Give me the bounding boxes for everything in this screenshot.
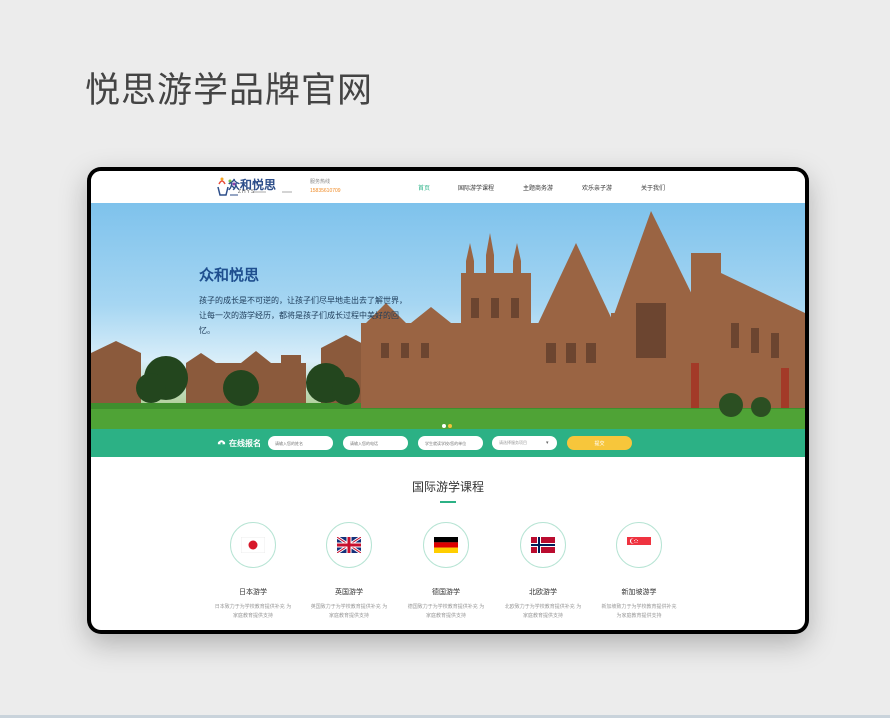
course-name: 新加坡游学 [621, 589, 657, 596]
nav-international-courses[interactable]: 国际游学课程 [458, 183, 494, 192]
nav-about-us[interactable]: 关于我们 [641, 183, 665, 192]
carousel-dots [441, 415, 453, 429]
flag-circle [616, 522, 662, 568]
carousel-dot[interactable] [442, 424, 446, 428]
course-name: 德国游学 [432, 589, 460, 596]
singapore-flag-icon [627, 537, 651, 553]
course-desc: 日本致力于为学校教育提供补充 为家庭教育提供支持 [214, 604, 292, 619]
school-input[interactable] [418, 436, 483, 450]
germany-flag-icon [434, 537, 458, 553]
nav-family-tours[interactable]: 欢乐亲子游 [582, 183, 612, 192]
course-card-germany[interactable]: 德国游学 德国致力于为学校教育提供补充 为家庭教育提供支持 [398, 522, 494, 621]
flag-circle [230, 522, 276, 568]
course-card-japan[interactable]: 日本游学 日本致力于为学校教育提供补充 为家庭教育提供支持 [205, 522, 301, 621]
norway-flag-icon [531, 537, 555, 553]
flag-circle [326, 522, 372, 568]
course-desc: 德国致力于为学校教育提供补充 为家庭教育提供支持 [407, 604, 485, 619]
title-underline [440, 501, 456, 503]
flag-circle [520, 522, 566, 568]
course-name: 日本游学 [239, 589, 267, 596]
hotline-number: 15835610709 [310, 188, 341, 194]
hero-text: 孩子的成长是不可逆的，让孩子们尽早地走出去了解世界，让每一次的游学经历，都将是孩… [199, 296, 407, 335]
logo-subtitle: ZHYS [238, 189, 256, 195]
page-heading: 悦思游学品牌官网 [85, 71, 374, 111]
course-card-nordic[interactable]: 北欧游学 北欧致力于为学校教育提供补充 为家庭教育提供支持 [495, 522, 591, 621]
japan-flag-icon [241, 537, 265, 553]
name-input[interactable] [268, 436, 333, 450]
nav-home[interactable]: 首页 [418, 183, 430, 192]
site-header: 众和悦思 ZHYS 服务热线 15835610709 首页 国际游学课程 主题商… [91, 171, 805, 203]
phone-input[interactable] [343, 436, 408, 450]
submit-button[interactable]: 提交 [567, 436, 632, 450]
course-desc: 英国致力于为学校教育提供补充 为家庭教育提供支持 [310, 604, 388, 619]
flag-circle [423, 522, 469, 568]
signup-bar: 在线报名 请选择服务项目 ▾ 提交 [91, 429, 805, 457]
hotline: 服务热线 15835610709 [310, 178, 341, 196]
hero-title: 众和悦思 [199, 267, 260, 284]
nav-business-tours[interactable]: 主题商务游 [523, 183, 553, 192]
uk-flag-icon [337, 537, 361, 553]
course-desc: 新加坡致力于为学校教育提供补充 为家庭教育提供支持 [601, 604, 677, 619]
select-arrow-icon: ▾ [546, 440, 549, 446]
carousel-dot-active[interactable] [448, 424, 452, 428]
course-name: 英国游学 [335, 589, 363, 596]
course-desc: 北欧致力于为学校教育提供补充 为家庭教育提供支持 [504, 604, 582, 619]
course-card-uk[interactable]: 英国游学 英国致力于为学校教育提供补充 为家庭教育提供支持 [301, 522, 397, 621]
user-icon [217, 440, 226, 445]
courses-title: 国际游学课程 [411, 480, 484, 494]
website-preview: 众和悦思 ZHYS 服务热线 15835610709 首页 国际游学课程 主题商… [91, 171, 805, 630]
course-name: 北欧游学 [529, 589, 557, 596]
signup-label: 在线报名 [229, 439, 261, 448]
hotline-label: 服务热线 [310, 179, 331, 185]
course-card-singapore[interactable]: 新加坡游学 新加坡致力于为学校教育提供补充 为家庭教育提供支持 [591, 522, 687, 621]
hero-banner: 众和悦思 孩子的成长是不可逆的，让孩子们尽早地走出去了解世界，让每一次的游学经历… [91, 203, 805, 429]
device-frame: 众和悦思 ZHYS 服务热线 15835610709 首页 国际游学课程 主题商… [87, 167, 809, 634]
